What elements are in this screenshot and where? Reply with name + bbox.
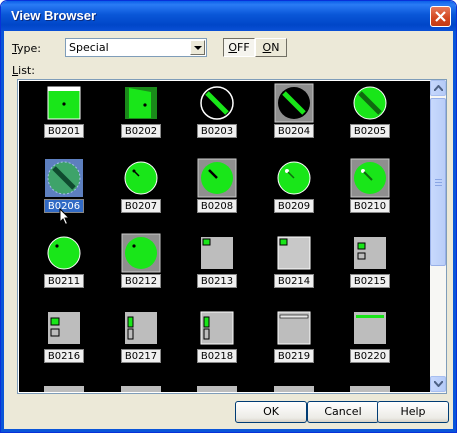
gray-panel-green-corner-icon [201, 237, 233, 269]
frame-bottom [1, 429, 456, 432]
view-item-label: B0216 [44, 349, 84, 363]
gray-panel-vertical-pair-icon [125, 312, 157, 344]
view-item-b0214[interactable]: B0214 [264, 231, 324, 303]
view-item-partial [350, 386, 390, 392]
green-knob-dot-icon [277, 161, 311, 195]
type-select-arrow[interactable] [190, 40, 205, 55]
green-square-dot-white-top-icon [47, 86, 81, 120]
view-item-b0210[interactable]: B0210 [340, 156, 400, 228]
list-label: List: [12, 64, 35, 77]
gray-panel-green-corner-alt-icon [277, 236, 311, 270]
view-item-partial [44, 386, 84, 392]
frame-right [453, 31, 456, 432]
view-item-label: B0209 [274, 199, 314, 213]
view-item-label: B0219 [274, 349, 314, 363]
mouse-pointer-icon [59, 207, 71, 229]
window-title: View Browser [11, 8, 97, 23]
view-item-b0212[interactable]: B0212 [111, 231, 171, 303]
view-item-label: B0210 [350, 199, 390, 213]
framed-black-circle-green-slash-icon [274, 83, 314, 123]
gray-panel-green-gray-squares-icon [354, 237, 386, 269]
view-browser-window: View Browser Type: Special OFF ON List: … [0, 0, 457, 433]
view-item-b0202[interactable]: B0202 [111, 81, 171, 153]
view-item-b0219[interactable]: B0219 [264, 306, 324, 378]
vertical-scrollbar[interactable] [430, 80, 446, 393]
view-item-b0220[interactable]: B0220 [340, 306, 400, 378]
green-lamp-icon [47, 236, 81, 270]
scroll-up-button[interactable] [430, 80, 446, 96]
view-item-label: B0217 [121, 349, 161, 363]
view-item-label: B0215 [350, 274, 390, 288]
view-item-b0204[interactable]: B0204 [264, 81, 324, 153]
view-item-label: B0205 [350, 124, 390, 138]
chevron-down-icon [194, 46, 202, 50]
type-label: Type: [12, 42, 41, 55]
view-item-b0218[interactable]: B0218 [187, 306, 247, 378]
gray-panel-vertical-pair-alt-icon [200, 311, 234, 345]
close-icon [435, 11, 446, 22]
scroll-down-button[interactable] [430, 376, 446, 392]
view-item-b0209[interactable]: B0209 [264, 156, 324, 228]
view-item-b0215[interactable]: B0215 [340, 231, 400, 303]
gray-panel-green-top-bar-icon [354, 312, 386, 344]
view-item-b0207[interactable]: B0207 [111, 156, 171, 228]
view-item-b0216[interactable]: B0216 [34, 306, 94, 378]
black-circle-green-slash-icon [200, 86, 234, 120]
view-item-b0217[interactable]: B0217 [111, 306, 171, 378]
view-item-label: B0203 [197, 124, 237, 138]
framed-green-lamp-icon [121, 233, 161, 273]
type-select[interactable]: Special [65, 38, 207, 57]
view-item-partial [197, 386, 237, 392]
frame-left [1, 31, 4, 432]
framed-green-circle-dark-slash-selected-icon [45, 159, 83, 197]
view-item-b0205[interactable]: B0205 [340, 81, 400, 153]
framed-green-knob-dot-icon [350, 158, 390, 198]
view-item-label: B0201 [44, 124, 84, 138]
chevron-up-icon [434, 85, 443, 91]
framed-green-knob-icon [197, 158, 237, 198]
on-toggle[interactable]: ON [255, 38, 287, 57]
gray-panel-green-gray-squares-alt-icon [48, 312, 80, 344]
close-button[interactable] [430, 6, 451, 27]
view-item-b0211[interactable]: B0211 [34, 231, 94, 303]
green-square-door-icon [125, 87, 157, 119]
chevron-down-icon [434, 381, 443, 387]
view-item-label: B0212 [121, 274, 161, 288]
view-item-b0208[interactable]: B0208 [187, 156, 247, 228]
view-item-label: B0218 [197, 349, 237, 363]
gray-panel-top-bar-icon [277, 311, 311, 345]
view-item-label: B0202 [121, 124, 161, 138]
view-item-label: B0220 [350, 349, 390, 363]
view-item-b0213[interactable]: B0213 [187, 231, 247, 303]
green-knob-icon [124, 161, 158, 195]
view-item-b0203[interactable]: B0203 [187, 81, 247, 153]
view-item-label: B0214 [274, 274, 314, 288]
view-item-b0201[interactable]: B0201 [34, 81, 94, 153]
green-circle-dark-slash-icon [353, 86, 387, 120]
type-select-value: Special [69, 41, 109, 54]
view-list[interactable]: B0201 B0202 B0203 B0204 B0205 B0206 B0207 B0208… [17, 79, 447, 394]
view-item-partial [274, 386, 314, 392]
view-item-label: B0213 [197, 274, 237, 288]
view-item-label: B0208 [197, 199, 237, 213]
view-item-label: B0204 [274, 124, 314, 138]
view-item-partial [121, 386, 161, 392]
scroll-thumb[interactable] [430, 98, 446, 266]
help-button[interactable]: Help [377, 401, 449, 423]
view-item-label: B0207 [121, 199, 161, 213]
view-grid[interactable]: B0201 B0202 B0203 B0204 B0205 B0206 B0207 B0208… [19, 81, 431, 392]
cancel-button[interactable]: Cancel [307, 401, 379, 423]
ok-button[interactable]: OK [235, 401, 307, 423]
view-item-label: B0211 [44, 274, 84, 288]
off-toggle[interactable]: OFF [223, 38, 255, 57]
title-bar[interactable]: View Browser [1, 1, 456, 31]
